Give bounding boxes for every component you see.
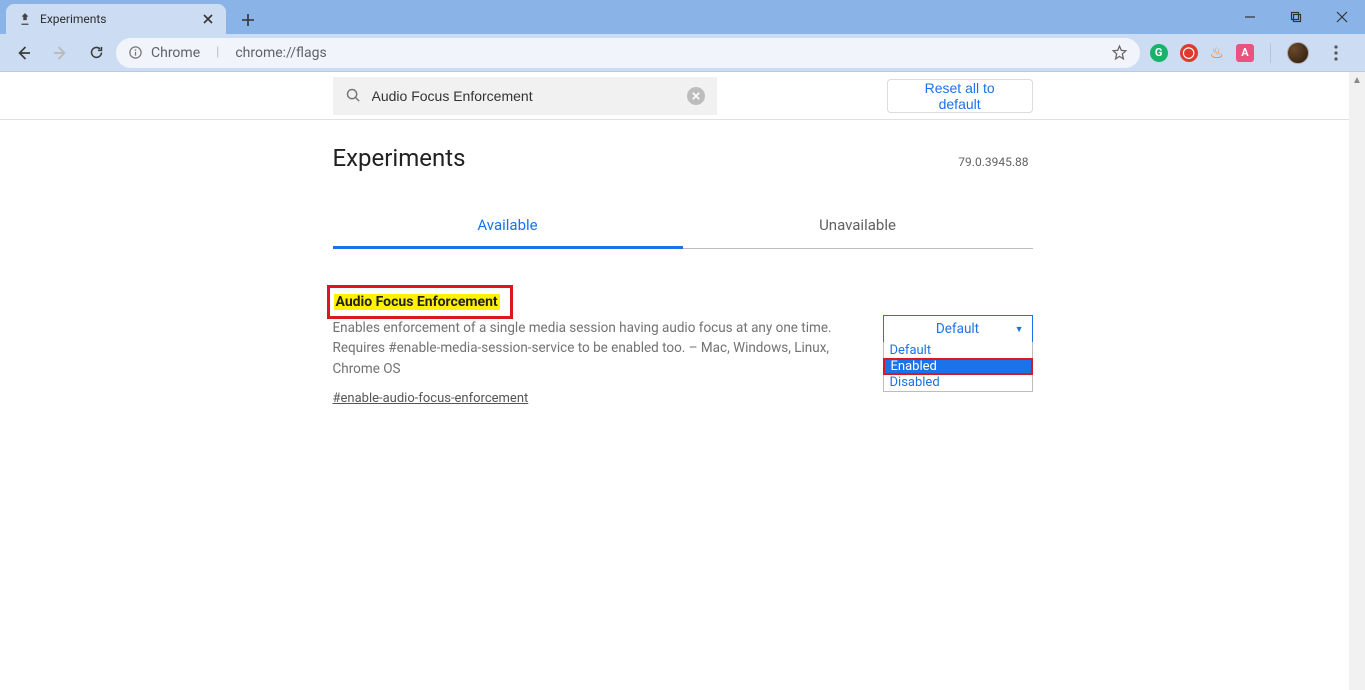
tab-available[interactable]: Available [333, 204, 683, 249]
browser-toolbar: Chrome | chrome://flags G ◯ ♨ A [0, 34, 1365, 72]
clear-search-icon[interactable] [687, 87, 705, 105]
window-minimize-button[interactable] [1227, 0, 1273, 34]
extension-icon-2[interactable]: ◯ [1180, 44, 1198, 62]
flags-search-input[interactable] [372, 88, 677, 104]
flag-title-highlight: Audio Focus Enforcement [327, 285, 513, 319]
bookmark-star-icon[interactable] [1111, 44, 1128, 61]
flag-option-default[interactable]: Default [884, 342, 1032, 359]
toolbar-divider [1270, 43, 1271, 63]
flag-option-disabled[interactable]: Disabled [884, 374, 1032, 391]
browser-tab[interactable]: Experiments [6, 4, 226, 34]
window-controls [1227, 0, 1365, 34]
flag-hash-link[interactable]: #enable-audio-focus-enforcement [333, 391, 529, 406]
window-close-button[interactable] [1319, 0, 1365, 34]
flag-title: Audio Focus Enforcement [334, 294, 500, 310]
flag-option-enabled[interactable]: Enabled [883, 358, 1033, 375]
flag-dropdown-list: Default Enabled Disabled [883, 342, 1033, 392]
reset-all-button[interactable]: Reset all to default [887, 79, 1033, 113]
vertical-scrollbar[interactable]: ▲ [1349, 72, 1365, 690]
page-viewport: Reset all to default Experiments 79.0.39… [0, 72, 1365, 690]
url-origin: Chrome [151, 45, 200, 61]
extension-icons: G ◯ ♨ A [1144, 38, 1357, 68]
extension-icon-1[interactable]: G [1150, 44, 1168, 62]
browser-menu-button[interactable] [1321, 38, 1351, 68]
address-bar[interactable]: Chrome | chrome://flags [116, 38, 1140, 68]
flag-row: Audio Focus Enforcement Enables enforcem… [333, 285, 1033, 406]
tab-unavailable[interactable]: Unavailable [683, 204, 1033, 249]
flags-tabs: Available Unavailable [333, 204, 1033, 249]
url-path: chrome://flags [235, 45, 326, 61]
flag-description: Enables enforcement of a single media se… [333, 318, 869, 379]
chrome-version: 79.0.3945.88 [958, 155, 1028, 169]
tab-favicon [18, 12, 32, 26]
window-maximize-button[interactable] [1273, 0, 1319, 34]
site-info-icon[interactable] [128, 45, 143, 60]
tab-close-icon[interactable] [200, 11, 216, 27]
reload-button[interactable] [80, 37, 112, 69]
profile-avatar[interactable] [1287, 42, 1309, 64]
forward-button[interactable] [44, 37, 76, 69]
flags-content: Experiments 79.0.3945.88 Available Unava… [333, 120, 1033, 406]
extension-icon-4[interactable]: A [1236, 44, 1254, 62]
extension-icon-3[interactable]: ♨ [1210, 43, 1224, 62]
flags-search-box[interactable] [333, 77, 717, 115]
browser-titlebar: Experiments [0, 0, 1365, 34]
flags-topbar: Reset all to default [0, 72, 1365, 120]
tab-title: Experiments [40, 12, 192, 26]
scroll-up-arrow[interactable]: ▲ [1349, 72, 1365, 88]
flag-select-value: Default [936, 321, 979, 337]
page-heading: Experiments [333, 144, 466, 172]
url-separator: | [216, 45, 219, 60]
flag-select-box[interactable]: Default [883, 315, 1033, 343]
back-button[interactable] [8, 37, 40, 69]
flag-dropdown[interactable]: Default Default Enabled Disabled [883, 315, 1033, 343]
new-tab-button[interactable] [234, 6, 262, 34]
search-icon [345, 87, 362, 104]
